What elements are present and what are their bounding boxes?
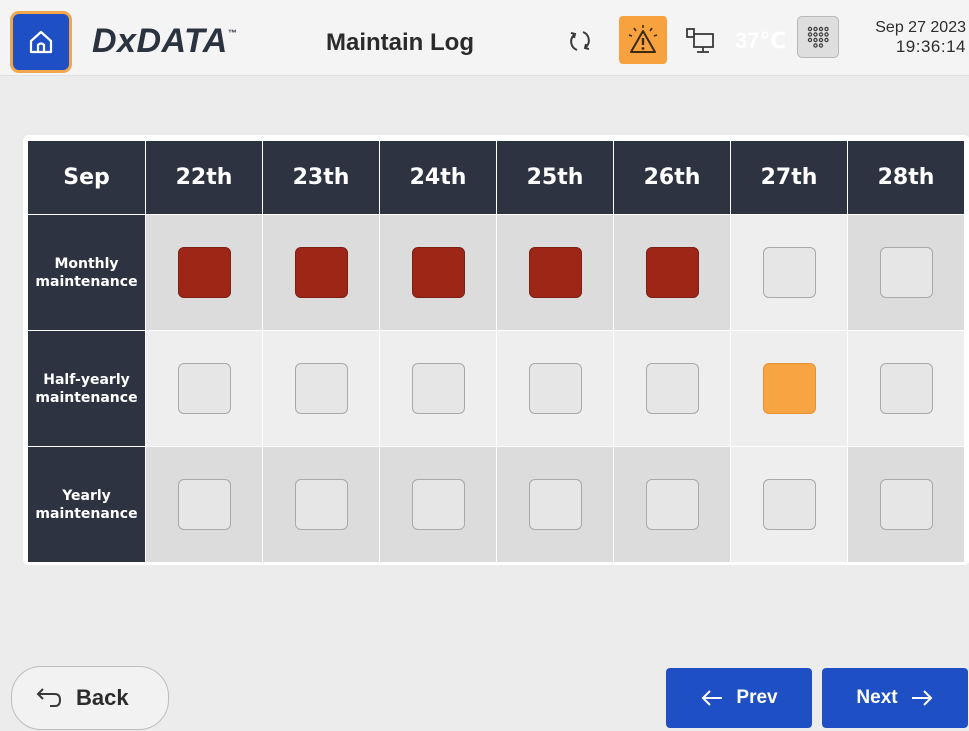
log-cell	[146, 215, 262, 330]
alarm-button[interactable]	[619, 16, 667, 64]
maintenance-status-box[interactable]	[294, 479, 348, 530]
next-label: Next	[856, 687, 898, 708]
maintenance-status-box[interactable]	[645, 247, 699, 298]
row-label: Half-yearly maintenance	[28, 331, 145, 446]
maintenance-status-box[interactable]	[528, 247, 582, 298]
maintenance-status-box[interactable]	[645, 479, 699, 530]
maintenance-status-box[interactable]	[294, 247, 348, 298]
datetime-display: Sep 27 2023 19:36:14	[875, 18, 966, 56]
day-header: 28th	[848, 141, 964, 214]
maintenance-status-box[interactable]	[879, 247, 933, 298]
log-cell	[263, 331, 379, 446]
log-cell	[848, 447, 964, 562]
alarm-icon	[628, 25, 658, 53]
arrow-left-icon	[701, 690, 723, 706]
arrow-right-icon	[911, 690, 933, 706]
page-title: Maintain Log	[326, 29, 474, 56]
keypad-icon	[807, 26, 829, 48]
maintenance-status-box[interactable]	[528, 363, 582, 414]
back-button[interactable]: Back	[11, 666, 169, 730]
back-label: Back	[76, 685, 129, 710]
day-header: 25th	[497, 141, 613, 214]
maintenance-status-box[interactable]	[411, 363, 465, 414]
home-button[interactable]	[10, 11, 72, 73]
prev-label: Prev	[736, 687, 778, 708]
log-cell	[497, 215, 613, 330]
log-cell	[380, 215, 496, 330]
log-cell	[263, 215, 379, 330]
month-header: Sep	[28, 141, 145, 214]
log-cell	[848, 215, 964, 330]
maintenance-status-box[interactable]	[645, 363, 699, 414]
maintenance-status-box[interactable]	[879, 363, 933, 414]
row-label: Yearly maintenance	[28, 447, 145, 562]
undo-arrow-icon	[36, 688, 62, 707]
maintenance-status-box[interactable]	[294, 363, 348, 414]
keypad-button[interactable]	[797, 16, 839, 58]
network-icon[interactable]	[684, 24, 718, 58]
home-icon	[29, 30, 53, 54]
next-button[interactable]: Next	[822, 668, 968, 728]
log-cell	[731, 331, 847, 446]
sync-icon[interactable]	[565, 26, 595, 56]
log-cell	[263, 447, 379, 562]
maintenance-status-box[interactable]	[177, 247, 231, 298]
temperature-readout: 37℃	[735, 28, 787, 53]
maintenance-log-table: Sep 22th 23th 24th 25th 26th 27th 28th M…	[28, 141, 964, 562]
log-cell	[380, 447, 496, 562]
maintenance-status-box[interactable]	[762, 247, 816, 298]
day-header: 22th	[146, 141, 262, 214]
log-cell	[731, 447, 847, 562]
log-cell	[614, 331, 730, 446]
log-cell	[497, 447, 613, 562]
maintenance-status-box[interactable]	[762, 479, 816, 530]
log-cell	[497, 331, 613, 446]
maintenance-status-box[interactable]	[762, 363, 816, 414]
date-text: Sep 27 2023	[875, 19, 966, 36]
top-bar: DxDATA™ Maintain Log 37℃ Sep 27 2023 19:…	[0, 0, 969, 76]
maintenance-status-box[interactable]	[177, 479, 231, 530]
log-cell	[146, 331, 262, 446]
day-header: 23th	[263, 141, 379, 214]
brand-logo: DxDATA™	[92, 22, 238, 60]
maintenance-log-panel: Sep 22th 23th 24th 25th 26th 27th 28th M…	[23, 135, 969, 565]
log-cell	[614, 215, 730, 330]
log-cell	[614, 447, 730, 562]
day-header: 27th	[731, 141, 847, 214]
maintenance-status-box[interactable]	[177, 363, 231, 414]
log-cell	[731, 215, 847, 330]
log-cell	[380, 331, 496, 446]
maintenance-status-box[interactable]	[411, 247, 465, 298]
time-text: 19:36:14	[895, 37, 966, 56]
maintenance-status-box[interactable]	[411, 479, 465, 530]
log-cell	[848, 331, 964, 446]
day-header: 24th	[380, 141, 496, 214]
maintenance-status-box[interactable]	[879, 479, 933, 530]
prev-button[interactable]: Prev	[666, 668, 812, 728]
maintenance-status-box[interactable]	[528, 479, 582, 530]
log-cell	[146, 447, 262, 562]
row-label: Monthly maintenance	[28, 215, 145, 330]
day-header: 26th	[614, 141, 730, 214]
